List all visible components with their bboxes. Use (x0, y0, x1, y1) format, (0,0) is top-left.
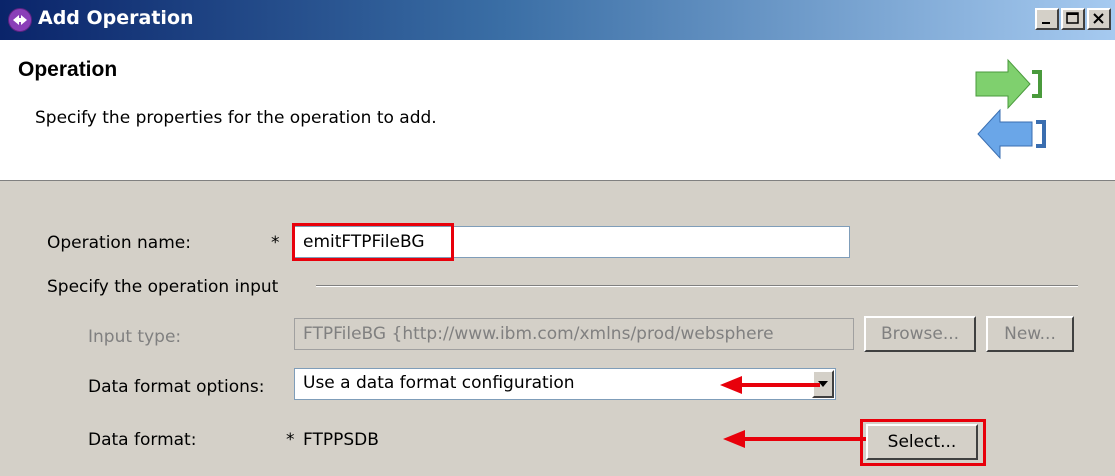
data-format-options-value: Use a data format configuration (303, 373, 575, 393)
wizard-header: Operation Specify the properties for the… (0, 40, 1115, 181)
title-bar: Add Operation (0, 0, 1115, 40)
wizard-arrows-icon (968, 50, 1048, 164)
new-button: New... (986, 316, 1074, 352)
data-format-value: FTPPSDB (303, 430, 379, 450)
minimize-button[interactable] (1035, 8, 1059, 30)
operation-name-required-mark: * (271, 233, 280, 253)
page-description: Specify the properties for the operation… (35, 108, 437, 128)
window-title: Add Operation (38, 7, 194, 29)
select-button-highlight (860, 419, 986, 466)
input-type-field: FTPFileBG {http://www.ibm.com/xmlns/prod… (294, 318, 854, 350)
data-format-label: Data format: (88, 430, 197, 450)
operation-name-label: Operation name: (47, 233, 191, 253)
group-separator (316, 285, 1078, 287)
maximize-button[interactable] (1061, 8, 1085, 30)
data-format-required-mark: * (286, 430, 295, 450)
page-title: Operation (18, 58, 118, 81)
input-type-label: Input type: (88, 327, 182, 347)
browse-button: Browse... (864, 316, 976, 352)
red-arrow-annotation-icon (721, 428, 881, 454)
data-format-options-label: Data format options: (88, 377, 265, 397)
wizard-app-icon (8, 8, 32, 32)
close-button[interactable] (1087, 8, 1111, 30)
operation-input-group-label: Specify the operation input (47, 277, 279, 297)
operation-name-highlight (292, 223, 454, 261)
red-arrow-annotation-icon (718, 374, 822, 400)
